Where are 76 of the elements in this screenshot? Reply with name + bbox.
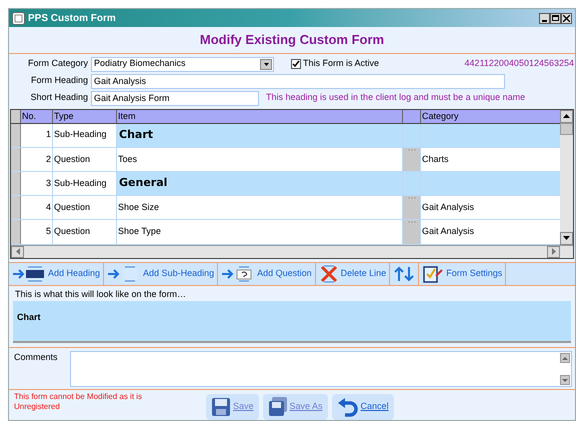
table-cell: General — [117, 172, 403, 196]
comments-field[interactable] — [70, 351, 572, 387]
table-cell: Question — [53, 196, 117, 220]
scroll-down-icon — [563, 236, 570, 240]
table-cell: Gait Analysis — [421, 196, 560, 220]
table-cell: Shoe Type — [117, 220, 403, 244]
table-cell: Shoe Size — [117, 196, 403, 220]
warning-text: This form cannot be Modified as it is Unregistered — [14, 392, 144, 412]
horizontal-scrollbar[interactable] — [11, 244, 573, 258]
vertical-scrollbar[interactable] — [560, 110, 573, 244]
scroll-right-icon — [552, 248, 556, 255]
toolbar-button[interactable]: Form Settings — [419, 262, 506, 284]
table-cell: 1 — [21, 124, 53, 147]
preview-text: Chart — [17, 312, 41, 322]
table-cell: 4 — [21, 196, 53, 220]
column-header: No. — [21, 110, 53, 122]
active-checkbox[interactable] — [291, 59, 301, 69]
form-settings-icon — [422, 264, 444, 284]
scroll-down-icon — [560, 375, 570, 385]
undo-arrow-icon — [336, 397, 359, 417]
ellipsis-icon — [408, 220, 416, 224]
ellipsis-button[interactable] — [403, 148, 421, 171]
up-down-arrows-icon — [393, 266, 416, 282]
form-heading-field[interactable]: Gait Analysis — [91, 74, 505, 88]
field-label: Form Category — [26, 57, 89, 70]
column-header: Type — [53, 110, 117, 122]
table-row[interactable]: 5 Question Shoe Type Gait Analysis — [11, 220, 560, 244]
cancel-button[interactable]: Cancel — [332, 394, 394, 420]
short-heading-field[interactable]: Gait Analysis Form — [91, 90, 259, 106]
maximize-button[interactable] — [550, 12, 561, 24]
comments-label: Comments — [14, 351, 59, 364]
field-label: Short Heading — [29, 91, 89, 104]
ellipsis-icon — [408, 148, 416, 152]
table-cell: Question — [53, 148, 117, 171]
field-label: Form Heading — [30, 74, 89, 88]
column-header: Item — [117, 110, 403, 122]
toolbar-button[interactable]: Add Question — [218, 262, 316, 284]
table-cell: 5 — [21, 220, 53, 244]
table-cell: Gait Analysis — [421, 220, 560, 244]
category-dropdown[interactable]: Podiatry Biomechanics — [91, 56, 274, 72]
checkbox-label: This Form is Active — [303, 57, 380, 70]
table-cell: Question — [53, 220, 117, 244]
toolbar-button[interactable]: Delete Line — [316, 262, 390, 284]
app-icon — [12, 12, 25, 24]
window-title: PPS Custom Form — [28, 12, 117, 26]
table-row[interactable]: 1 Sub-Heading Chart — [11, 124, 560, 148]
scroll-up-icon — [563, 114, 570, 118]
scroll-thumb[interactable] — [560, 122, 573, 134]
ellipsis-button[interactable] — [403, 220, 421, 244]
table-cell: 3 — [21, 172, 53, 196]
floppy-disks-icon — [268, 397, 288, 417]
scroll-up-icon — [560, 353, 570, 363]
table-cell: Toes — [117, 148, 403, 171]
form-heading-title: Modify Existing Custom Form — [200, 31, 384, 49]
toolbar-button[interactable]: Add Heading — [9, 262, 104, 284]
close-button[interactable] — [561, 12, 572, 24]
table-row[interactable]: 2 Question Toes Charts — [11, 148, 560, 172]
toolbar-button[interactable]: Add Sub-Heading — [104, 262, 218, 284]
table-row[interactable]: 4 Question Shoe Size Gait Analysis — [11, 196, 560, 220]
field-note: This heading is used in the client log and must be a unique name — [266, 91, 526, 104]
form-code: 4421122004050124563254 — [464, 57, 575, 70]
scroll-left-icon — [16, 248, 20, 255]
delete-icon — [318, 264, 339, 282]
table-row[interactable]: 3 Sub-Heading General — [11, 172, 560, 196]
column-header: Category — [421, 110, 460, 122]
add-heading-icon — [12, 266, 46, 282]
table-cell: Chart — [117, 124, 403, 147]
table-cell: Sub-Heading — [53, 172, 117, 196]
ellipsis-button[interactable] — [403, 196, 421, 220]
preview-caption: This is what this will look like on the form… — [14, 288, 188, 300]
table-cell: Charts — [421, 148, 560, 171]
ellipsis-icon — [408, 196, 416, 200]
table-cell: Sub-Heading — [53, 124, 117, 147]
row-selector[interactable] — [11, 124, 21, 147]
minimize-button[interactable] — [539, 12, 550, 24]
table-cell: 2 — [21, 148, 53, 171]
